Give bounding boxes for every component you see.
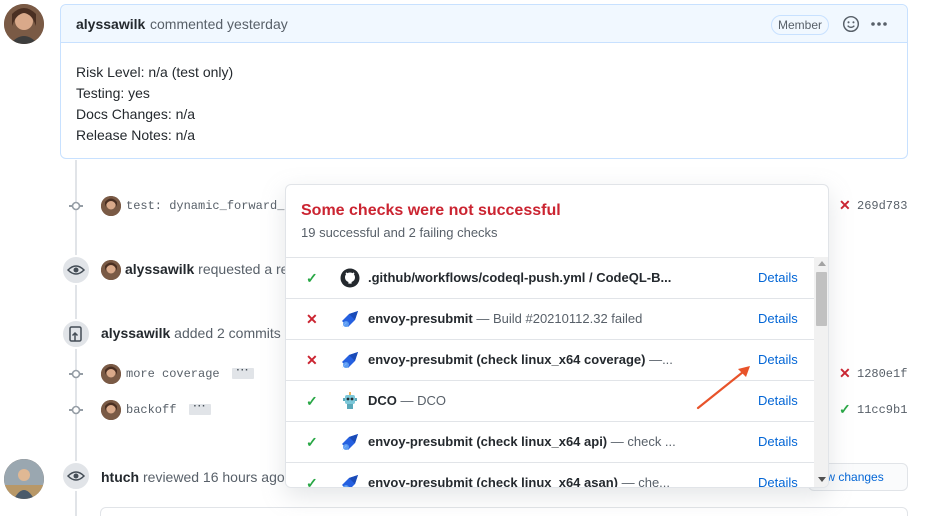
check-row: ✕ envoy-presubmit — Build #20210112.32 f…	[286, 299, 814, 340]
review-comment-box	[100, 507, 908, 516]
check-icon: ✓	[306, 393, 318, 409]
details-link[interactable]: Details	[758, 475, 798, 487]
avatar[interactable]	[101, 364, 121, 384]
avatar-alyssawilk[interactable]	[4, 4, 44, 44]
check-description: — DCO	[396, 393, 447, 408]
azure-pipelines-icon	[340, 309, 360, 329]
details-link[interactable]: Details	[758, 352, 798, 367]
comment-body: Risk Level: n/a (test only) Testing: yes…	[76, 62, 233, 146]
check-name: envoy-presubmit (check linux_x64 asan)	[368, 475, 618, 488]
smiley-icon[interactable]	[842, 15, 860, 33]
scrollbar[interactable]	[814, 257, 828, 487]
commit-sha[interactable]: 1280e1f	[857, 367, 907, 381]
commit-sha[interactable]: 269d783	[857, 199, 907, 213]
comment-author[interactable]: alyssawilk	[76, 16, 145, 32]
popover-subtitle: 19 successful and 2 failing checks	[301, 225, 498, 240]
scroll-down-arrow-icon[interactable]	[818, 477, 826, 482]
scrollbar-thumb[interactable]	[816, 272, 827, 326]
dco-robot-icon	[340, 391, 360, 411]
check-row: ✓ .github/workflows/codeql-push.yml / Co…	[286, 258, 814, 299]
added-commits-event: alyssawilk added 2 commits	[101, 325, 281, 341]
details-link[interactable]: Details	[758, 393, 798, 408]
x-icon[interactable]: ✕	[839, 365, 851, 382]
eye-icon	[61, 461, 91, 491]
check-label: envoy-presubmit (check linux_x64 asan) —…	[368, 475, 693, 488]
commit-message[interactable]: more coverage	[126, 367, 220, 381]
x-icon[interactable]: ✕	[839, 197, 851, 214]
check-description: — che...	[617, 475, 671, 488]
expand-commit-button[interactable]: ···	[189, 402, 211, 415]
check-name: DCO	[368, 393, 397, 408]
review-request-event: alyssawilk requested a re	[125, 261, 288, 277]
check-label: envoy-presubmit — Build #20210112.32 fai…	[368, 311, 693, 326]
github-icon	[340, 268, 360, 288]
check-icon: ✓	[306, 475, 318, 488]
member-badge: Member	[771, 15, 830, 35]
comment-header: alyssawilk commented yesterday Member	[61, 5, 907, 43]
azure-pipelines-icon	[340, 350, 360, 370]
repo-push-icon	[61, 319, 91, 349]
check-name: envoy-presubmit (check linux_x64 api)	[368, 434, 608, 449]
x-icon: ✕	[306, 311, 318, 327]
actor-link[interactable]: htuch	[101, 469, 139, 485]
commit-node-icon	[69, 367, 83, 381]
actor-link[interactable]: alyssawilk	[125, 261, 194, 277]
actor-link[interactable]: alyssawilk	[101, 325, 170, 341]
popover-title: Some checks were not successful	[301, 202, 561, 219]
check-icon: ✓	[306, 434, 318, 450]
x-icon: ✕	[306, 352, 318, 368]
eye-icon	[61, 255, 91, 285]
check-description: — Build #20210112.32 failed	[472, 311, 643, 326]
commit-message[interactable]: test: dynamic_forward_	[126, 199, 284, 213]
check-description: — check ...	[607, 434, 676, 449]
commit-message[interactable]: backoff	[126, 403, 176, 417]
check-icon: ✓	[306, 270, 318, 286]
annotation-arrow-icon	[696, 366, 750, 410]
check-row: ✓ envoy-presubmit (check linux_x64 api) …	[286, 422, 814, 463]
event-text[interactable]: reviewed 16 hours ago	[143, 469, 285, 485]
review-event: htuch reviewed 16 hours ago	[101, 469, 285, 485]
event-text: added 2 commits	[174, 325, 281, 341]
avatar[interactable]	[101, 196, 121, 216]
azure-pipelines-icon	[340, 473, 360, 487]
commit-sha[interactable]: 11cc9b1	[857, 403, 907, 417]
details-link[interactable]: Details	[758, 434, 798, 449]
comment-line: Risk Level: n/a (test only)	[76, 64, 234, 80]
details-link[interactable]: Details	[758, 311, 798, 326]
avatar[interactable]	[101, 260, 121, 280]
check-label: DCO — DCO	[368, 393, 693, 408]
azure-pipelines-icon	[340, 432, 360, 452]
check-name: envoy-presubmit (check linux_x64 coverag…	[368, 352, 646, 367]
check-name: .github/workflows/codeql-push.yml / Code…	[368, 270, 672, 285]
comment-line: Testing: yes	[76, 85, 150, 101]
avatar[interactable]	[101, 400, 121, 420]
expand-commit-button[interactable]: ···	[232, 366, 254, 379]
check-icon[interactable]: ✓	[839, 401, 851, 418]
check-name: envoy-presubmit	[368, 311, 473, 326]
check-label: envoy-presubmit (check linux_x64 api) — …	[368, 434, 693, 449]
commit-node-icon	[69, 403, 83, 417]
checks-popover: Some checks were not successful 19 succe…	[285, 184, 829, 488]
comment-line: Release Notes: n/a	[76, 127, 196, 143]
comment-box: alyssawilk commented yesterday Member Ri…	[60, 4, 908, 159]
commit-node-icon	[69, 199, 83, 213]
check-label: .github/workflows/codeql-push.yml / Code…	[368, 270, 693, 285]
kebab-menu-icon[interactable]	[869, 14, 889, 34]
check-label: envoy-presubmit (check linux_x64 coverag…	[368, 352, 693, 367]
comment-line: Docs Changes: n/a	[76, 106, 196, 122]
scroll-up-arrow-icon[interactable]	[818, 261, 826, 266]
check-row: ✓ envoy-presubmit (check linux_x64 asan)…	[286, 463, 814, 488]
comment-timestamp[interactable]: commented yesterday	[150, 16, 288, 32]
event-text: requested a re	[198, 261, 289, 277]
details-link[interactable]: Details	[758, 270, 798, 285]
check-description: —...	[645, 352, 673, 367]
avatar-htuch[interactable]	[4, 459, 44, 499]
